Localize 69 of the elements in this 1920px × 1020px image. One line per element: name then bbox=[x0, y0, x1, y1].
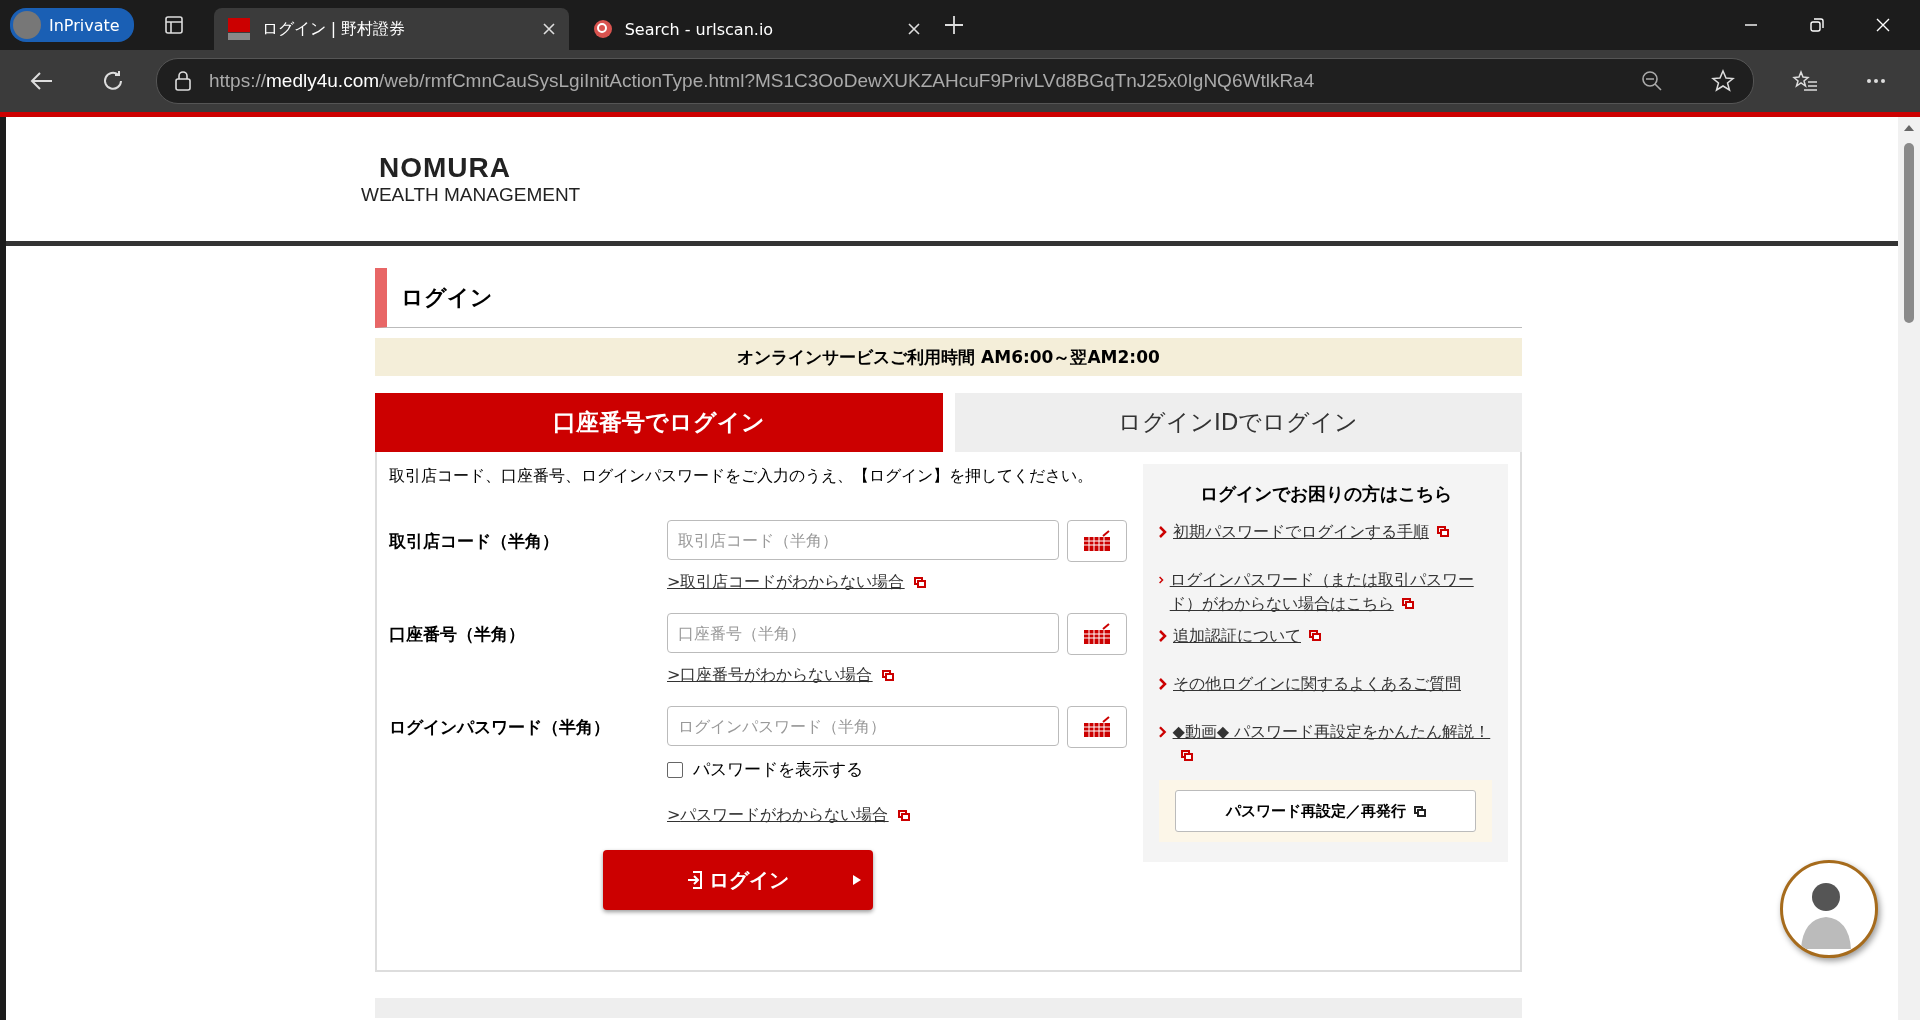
tab-title: ログイン | 野村證券 bbox=[261, 18, 407, 40]
input-field[interactable]: 取引店コード（半角） bbox=[667, 520, 1059, 560]
tab-title: Search - urlscan.io bbox=[624, 19, 775, 39]
zoom-out-icon[interactable] bbox=[1641, 70, 1663, 92]
more-icon[interactable] bbox=[1866, 78, 1886, 84]
refresh-icon[interactable] bbox=[102, 70, 124, 92]
field-label: 取引店コード（半角） bbox=[389, 530, 560, 553]
keyboard-button[interactable] bbox=[1067, 520, 1127, 562]
login-tab[interactable]: 口座番号でログイン bbox=[375, 393, 943, 452]
keyboard-button[interactable] bbox=[1067, 706, 1127, 748]
password-reset-button[interactable]: パスワード再設定／再発行 bbox=[1175, 790, 1476, 832]
assistant-button[interactable] bbox=[1780, 860, 1878, 958]
help-link[interactable]: >パスワードがわからない場合 bbox=[667, 805, 889, 826]
tab-actions-icon[interactable] bbox=[163, 15, 184, 35]
play-icon bbox=[853, 875, 861, 885]
help-title: ログインでお困りの方はこちら bbox=[1198, 482, 1453, 506]
external-link-icon bbox=[898, 810, 911, 821]
favicon-icon bbox=[227, 18, 250, 40]
external-link-icon bbox=[1437, 526, 1449, 537]
external-link-icon bbox=[914, 577, 927, 588]
lock-icon bbox=[175, 71, 191, 91]
chevron-right-icon bbox=[1159, 726, 1167, 738]
external-link-icon bbox=[1180, 750, 1193, 761]
login-button[interactable]: ログイン bbox=[603, 850, 873, 910]
keyboard-icon bbox=[1083, 530, 1111, 552]
help-link[interactable]: ◆動画◆ パスワード再設定をかんたん解説！ bbox=[1172, 720, 1492, 768]
help-link[interactable]: ログインパスワード（または取引パスワード）がわからない場合はこちら bbox=[1169, 568, 1492, 616]
keyboard-icon bbox=[1083, 716, 1111, 738]
new-tab-icon[interactable] bbox=[943, 15, 964, 35]
help-link[interactable]: 追加認証について bbox=[1173, 624, 1321, 648]
checkbox[interactable] bbox=[667, 761, 683, 778]
logo-text: NOMURA bbox=[378, 152, 512, 184]
back-icon[interactable] bbox=[30, 71, 54, 91]
input-field[interactable]: ログインパスワード（半角） bbox=[667, 706, 1059, 746]
external-link-icon bbox=[1401, 598, 1414, 609]
favorites-icon[interactable] bbox=[1792, 70, 1818, 92]
help-link[interactable]: 初期パスワードでログインする手順 bbox=[1173, 520, 1449, 544]
profile-button[interactable]: InPrivate bbox=[10, 8, 134, 42]
scroll-up-icon[interactable] bbox=[1904, 125, 1914, 131]
instruction-text: 取引店コード、口座番号、ログインパスワードをご入力のうえ、【ログイン】を押してください。 bbox=[389, 465, 1094, 487]
checkbox-label: パスワードを表示する bbox=[693, 758, 863, 781]
chevron-right-icon bbox=[1159, 526, 1167, 538]
close-icon[interactable] bbox=[542, 23, 555, 35]
login-icon bbox=[687, 871, 703, 889]
external-link-icon bbox=[1309, 630, 1321, 641]
star-icon[interactable] bbox=[1711, 69, 1735, 93]
field-label: 口座番号（半角） bbox=[389, 623, 526, 646]
browser-tab[interactable]: ログイン | 野村證券 bbox=[213, 8, 569, 50]
browser-tab[interactable]: Search - urlscan.io bbox=[578, 8, 934, 50]
avatar-icon bbox=[13, 11, 41, 39]
keyboard-button[interactable] bbox=[1067, 613, 1127, 655]
scrollbar-thumb[interactable] bbox=[1904, 143, 1914, 323]
restore-icon[interactable] bbox=[1810, 18, 1824, 32]
field-label: ログインパスワード（半角） bbox=[389, 716, 611, 739]
logo-subtitle: WEALTH MANAGEMENT bbox=[361, 184, 582, 206]
chevron-right-icon bbox=[1159, 678, 1167, 690]
login-tab[interactable]: ログインIDでログイン bbox=[954, 393, 1522, 452]
chevron-right-icon bbox=[1159, 574, 1164, 586]
hours-notice: オンラインサービスご利用時間 AM6:00～翌AM2:00 bbox=[375, 338, 1522, 376]
input-field[interactable]: 口座番号（半角） bbox=[667, 613, 1059, 653]
help-link[interactable]: その他ログインに関するよくあるご質問 bbox=[1173, 672, 1461, 696]
external-link-icon bbox=[1413, 805, 1426, 817]
chevron-right-icon bbox=[1159, 630, 1167, 642]
help-link[interactable]: >取引店コードがわからない場合 bbox=[667, 572, 905, 593]
external-link-icon bbox=[882, 670, 895, 681]
keyboard-icon bbox=[1083, 623, 1111, 645]
help-link[interactable]: >口座番号がわからない場合 bbox=[667, 665, 873, 686]
magnifier-icon bbox=[592, 19, 613, 39]
close-icon[interactable] bbox=[907, 23, 920, 35]
